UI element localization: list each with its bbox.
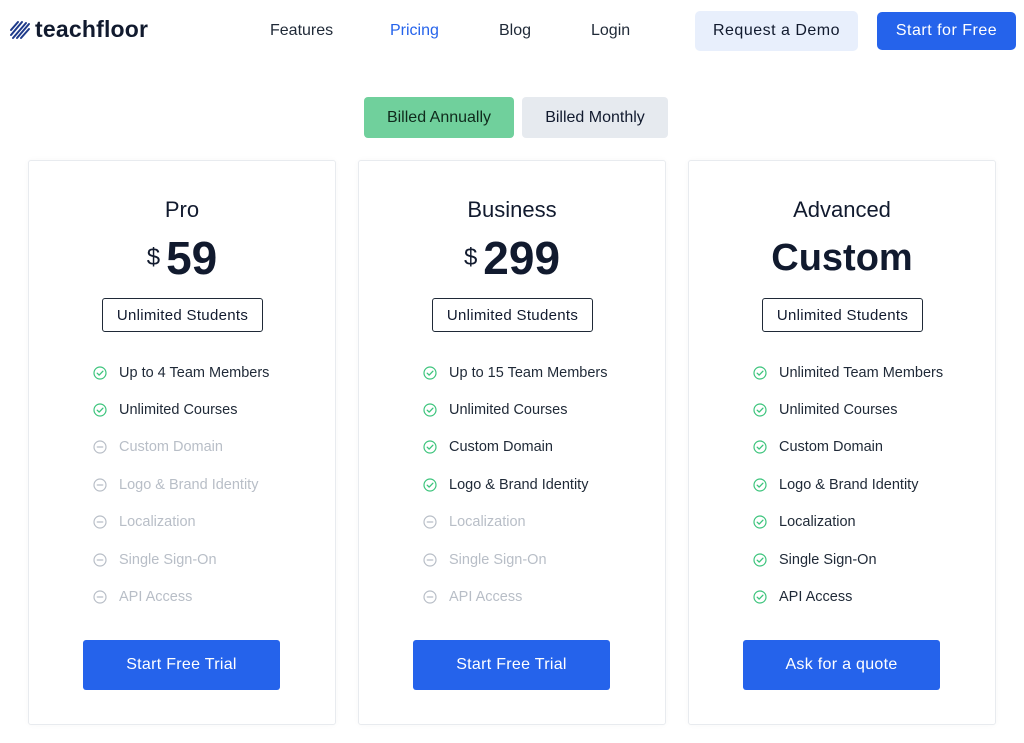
minus-circle-icon [93, 590, 107, 604]
request-demo-button[interactable]: Request a Demo [695, 11, 858, 51]
feature-label: Up to 15 Team Members [449, 364, 608, 381]
feature-label: Custom Domain [779, 439, 883, 456]
feature-item: Single Sign-On [423, 541, 608, 578]
feature-label: Localization [779, 514, 856, 531]
check-circle-icon [423, 403, 437, 417]
feature-label: Localization [119, 514, 196, 531]
price-amount: 299 [483, 232, 561, 284]
plan-card-pro: Pro $59 Unlimited Students Up to 4 Team Mem… [28, 160, 336, 725]
feature-label: Custom Domain [119, 439, 223, 456]
feature-label: Localization [449, 514, 526, 531]
students-badge: Unlimited Students [432, 298, 593, 332]
check-circle-icon [753, 590, 767, 604]
check-circle-icon [753, 403, 767, 417]
check-circle-icon [423, 440, 437, 455]
feature-label: Single Sign-On [449, 551, 547, 568]
feature-list: Up to 4 Team Members Unlimited Courses Cus… [93, 354, 269, 616]
feature-item: Unlimited Team Members [753, 354, 943, 391]
logo-stripes-icon [10, 20, 30, 39]
feature-label: API Access [449, 589, 523, 606]
minus-circle-icon [93, 440, 107, 455]
plan-card-business: Business $299 Unlimited Students Up to 15 T… [358, 160, 666, 725]
price-currency: $ [463, 244, 478, 271]
feature-label: API Access [779, 589, 853, 606]
ask-for-quote-button[interactable]: Ask for a quote [743, 640, 940, 690]
check-circle-icon [753, 478, 767, 492]
feature-item: Custom Domain [753, 429, 943, 466]
feature-label: Single Sign-On [119, 551, 217, 568]
feature-label: Unlimited Courses [449, 402, 568, 419]
feature-item: Localization [423, 504, 608, 541]
feature-item: API Access [423, 578, 608, 615]
start-free-trial-button[interactable]: Start Free Trial [413, 640, 610, 690]
feature-label: Unlimited Courses [779, 402, 898, 419]
top-header: teachfloor Features Pricing Blog Login R… [0, 0, 1024, 64]
logo-text: teachfloor [35, 16, 149, 42]
feature-label: Logo & Brand Identity [119, 476, 259, 493]
check-circle-icon [753, 515, 767, 529]
feature-item: Custom Domain [423, 429, 608, 466]
check-circle-icon [93, 366, 107, 380]
feature-item: Localization [93, 504, 269, 541]
students-badge: Unlimited Students [762, 298, 923, 332]
nav-login[interactable]: Login [591, 22, 630, 40]
nav-blog[interactable]: Blog [499, 22, 531, 40]
nav-features[interactable]: Features [270, 22, 333, 40]
feature-item: Logo & Brand Identity [423, 466, 608, 503]
feature-item: Single Sign-On [753, 541, 943, 578]
check-circle-icon [423, 478, 437, 492]
feature-label: Logo & Brand Identity [449, 476, 589, 493]
feature-item: Unlimited Courses [753, 391, 943, 428]
feature-label: Single Sign-On [779, 551, 877, 568]
billed-annually-toggle[interactable]: Billed Annually [364, 97, 514, 138]
price-amount: Custom [771, 237, 913, 279]
feature-item: Custom Domain [93, 429, 269, 466]
minus-circle-icon [423, 515, 437, 529]
minus-circle-icon [423, 590, 437, 604]
check-circle-icon [423, 366, 437, 380]
students-badge: Unlimited Students [102, 298, 263, 332]
feature-label: API Access [119, 589, 193, 606]
check-circle-icon [753, 440, 767, 455]
feature-label: Up to 4 Team Members [119, 364, 270, 381]
pricing-page: teachfloor Features Pricing Blog Login R… [0, 0, 1024, 743]
plan-price: $59 [29, 233, 335, 284]
feature-list: Up to 15 Team Members Unlimited Courses Cu… [423, 354, 608, 616]
plan-card-advanced: Advanced Custom Unlimited Students Unlimite… [688, 160, 996, 725]
plan-price: $299 [359, 233, 665, 284]
feature-label: Unlimited Courses [119, 402, 238, 419]
feature-label: Logo & Brand Identity [779, 476, 919, 493]
nav-pricing[interactable]: Pricing [390, 22, 439, 40]
minus-circle-icon [93, 478, 107, 492]
feature-item: API Access [93, 578, 269, 615]
minus-circle-icon [93, 515, 107, 529]
start-for-free-button[interactable]: Start for Free [877, 12, 1016, 50]
price-currency: $ [146, 244, 161, 271]
feature-label: Custom Domain [449, 439, 553, 456]
feature-item: Up to 15 Team Members [423, 354, 608, 391]
check-circle-icon [753, 553, 767, 567]
feature-item: Logo & Brand Identity [93, 466, 269, 503]
feature-item: Localization [753, 504, 943, 541]
check-circle-icon [93, 403, 107, 417]
minus-circle-icon [93, 553, 107, 567]
feature-item: API Access [753, 578, 943, 615]
check-circle-icon [753, 366, 767, 380]
feature-item: Unlimited Courses [93, 391, 269, 428]
plan-price: Custom [689, 233, 995, 284]
feature-label: Unlimited Team Members [779, 364, 944, 381]
feature-list: Unlimited Team Members Unlimited Courses C… [753, 354, 943, 616]
logo[interactable]: teachfloor [9, 16, 148, 43]
start-free-trial-button[interactable]: Start Free Trial [83, 640, 280, 690]
feature-item: Logo & Brand Identity [753, 466, 943, 503]
plan-name: Business [467, 197, 557, 222]
feature-item: Unlimited Courses [423, 391, 608, 428]
price-amount: 59 [166, 232, 218, 284]
minus-circle-icon [423, 553, 437, 567]
feature-item: Up to 4 Team Members [93, 354, 269, 391]
billed-monthly-toggle[interactable]: Billed Monthly [522, 97, 668, 138]
feature-item: Single Sign-On [93, 541, 269, 578]
plan-name: Pro [164, 197, 200, 222]
plan-name: Advanced [793, 197, 891, 222]
